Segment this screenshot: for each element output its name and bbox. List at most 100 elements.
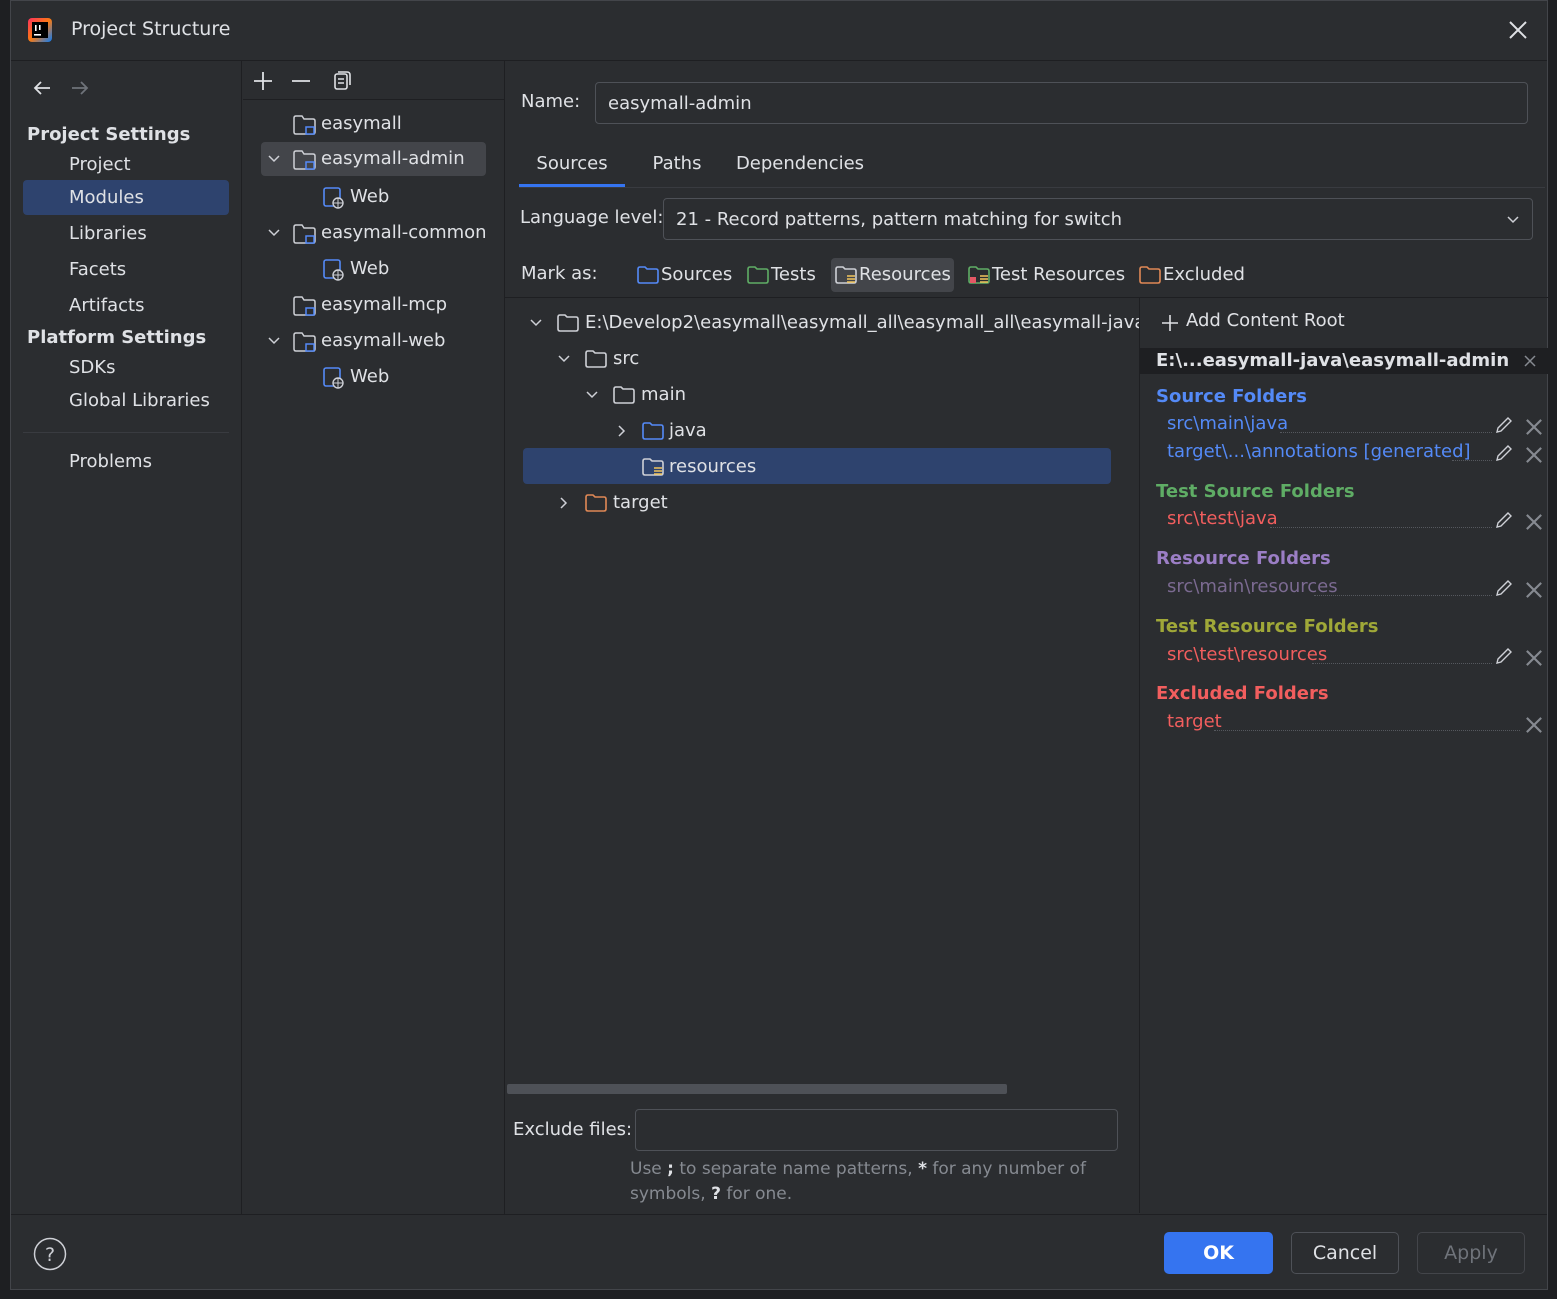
tree-row-target[interactable]: target [557, 486, 668, 520]
close-icon[interactable] [1524, 512, 1544, 532]
add-icon [1162, 315, 1178, 331]
module-row[interactable]: easymall [291, 107, 402, 141]
module-folder-icon [293, 150, 316, 170]
module-row[interactable]: easymall-common [267, 216, 487, 250]
remove-icon[interactable] [287, 67, 315, 95]
add-icon[interactable] [249, 67, 277, 95]
mark-as-label: Mark as: [521, 263, 598, 284]
web-facet-icon [323, 259, 344, 281]
edit-pencil-icon[interactable] [1494, 578, 1514, 598]
facet-row-web[interactable]: Web [321, 360, 389, 394]
chevron-right-icon [618, 425, 626, 437]
remove-root-close-icon[interactable] [1523, 354, 1537, 368]
tree-root-row[interactable]: E:\Develop2\easymall\easymall_all\easyma… [529, 306, 1139, 340]
test-resource-folders-heading: Test Resource Folders [1156, 616, 1379, 637]
folder-icon [585, 350, 607, 368]
close-icon[interactable] [1524, 580, 1544, 600]
mark-tests-button[interactable]: Tests [743, 258, 816, 292]
add-content-root-button[interactable]: Add Content Root [1160, 310, 1345, 331]
chevron-right-icon [560, 497, 568, 509]
nav-divider [23, 432, 229, 433]
module-folder-icon [293, 224, 316, 244]
source-folder-icon [642, 422, 664, 440]
edit-pencil-icon[interactable] [1494, 443, 1514, 463]
intellij-logo-icon [27, 17, 53, 48]
folder-icon [557, 314, 579, 332]
language-level-select[interactable]: 21 - Record patterns, pattern matching f… [663, 198, 1533, 240]
mark-excluded-button[interactable]: Excluded [1135, 258, 1245, 292]
apply-button[interactable]: Apply [1417, 1232, 1525, 1274]
module-row[interactable]: easymall-web [267, 324, 445, 358]
nav-item-project[interactable]: Project [23, 147, 229, 182]
module-row[interactable]: easymall-mcp [291, 288, 447, 322]
ok-button[interactable]: OK [1164, 1232, 1273, 1274]
nav-item-sdks[interactable]: SDKs [23, 350, 229, 385]
nav-item-modules[interactable]: Modules [23, 180, 229, 215]
edit-pencil-icon[interactable] [1494, 415, 1514, 435]
module-folder-icon [293, 332, 316, 352]
mark-sources-button[interactable]: Sources [633, 258, 732, 292]
resource-folders-heading: Resource Folders [1156, 548, 1331, 569]
module-folder-icon [293, 115, 316, 135]
forward-arrow-icon[interactable] [69, 77, 91, 104]
close-icon[interactable] [1524, 648, 1544, 668]
name-field[interactable]: easymall-admin [595, 82, 1528, 124]
tab-dependencies[interactable]: Dependencies [727, 153, 873, 187]
mark-test-resources-button[interactable]: Test Resources [964, 258, 1125, 292]
tree-row-main[interactable]: main [585, 378, 686, 412]
module-details: Name: easymall-admin Sources Paths Depen… [505, 61, 1549, 1213]
excluded-folders-heading: Excluded Folders [1156, 683, 1329, 704]
excluded-folder-item: target [1167, 711, 1222, 732]
edit-pencil-icon[interactable] [1494, 510, 1514, 530]
close-icon[interactable] [1524, 417, 1544, 437]
tree-row-java[interactable]: java [615, 414, 707, 448]
close-icon[interactable] [1524, 715, 1544, 735]
module-row-selected[interactable]: easymall-admin [261, 142, 486, 176]
close-icon[interactable] [1505, 17, 1531, 43]
exclude-files-label: Exclude files: [513, 1119, 633, 1140]
project-settings-heading: Project Settings [27, 124, 191, 145]
tree-row-src[interactable]: src [557, 342, 639, 376]
cancel-button[interactable]: Cancel [1291, 1232, 1399, 1274]
test-resource-folder-icon [968, 266, 990, 284]
copy-icon[interactable] [327, 67, 355, 95]
nav-item-libraries[interactable]: Libraries [23, 216, 229, 251]
project-structure-dialog: Project Structure Project Settings Proje… [10, 0, 1549, 1290]
nav-item-problems[interactable]: Problems [23, 444, 229, 479]
tab-sources[interactable]: Sources [519, 153, 625, 187]
exclude-files-hint: Use ; to separate name patterns, * for a… [630, 1159, 1086, 1204]
platform-settings-heading: Platform Settings [27, 327, 207, 348]
folder-icon [613, 386, 635, 404]
exclude-files-input[interactable] [635, 1109, 1118, 1151]
nav-item-artifacts[interactable]: Artifacts [23, 288, 229, 323]
content-root-header: E:\...easymall-java\easymall-admin [1140, 348, 1549, 374]
back-arrow-icon[interactable] [31, 77, 53, 104]
resource-folder-item: src\main\resources [1167, 576, 1338, 597]
close-icon[interactable] [1524, 445, 1544, 465]
source-folder-item: src\main\java [1167, 413, 1289, 434]
facet-row-web[interactable]: Web [321, 180, 389, 214]
modules-panel: easymall easymall-admin Web easymall-com… [243, 61, 505, 1213]
tab-paths[interactable]: Paths [635, 153, 719, 187]
chevron-down-icon [1507, 216, 1519, 224]
name-label: Name: [521, 91, 581, 112]
language-level-label: Language level: [520, 207, 664, 228]
tree-row-resources[interactable]: resources [641, 450, 756, 484]
facet-row-web[interactable]: Web [321, 252, 389, 286]
test-source-folder-item: src\test\java [1167, 508, 1278, 529]
nav-item-facets[interactable]: Facets [23, 252, 229, 287]
chevron-down-icon [586, 391, 598, 399]
mark-resources-button[interactable]: Resources [831, 258, 954, 292]
web-facet-icon [323, 187, 344, 209]
nav-item-global-libraries[interactable]: Global Libraries [23, 383, 229, 418]
excluded-folder-icon [1139, 266, 1161, 284]
chevron-down-icon [268, 337, 280, 345]
web-facet-icon [323, 367, 344, 389]
horizontal-scrollbar[interactable] [507, 1084, 1007, 1094]
window-title: Project Structure [71, 18, 231, 40]
resource-folder-icon [835, 266, 857, 284]
excluded-folder-icon [585, 494, 607, 512]
title-bar: Project Structure [11, 1, 1547, 59]
help-icon[interactable]: ? [33, 1237, 67, 1276]
edit-pencil-icon[interactable] [1494, 646, 1514, 666]
